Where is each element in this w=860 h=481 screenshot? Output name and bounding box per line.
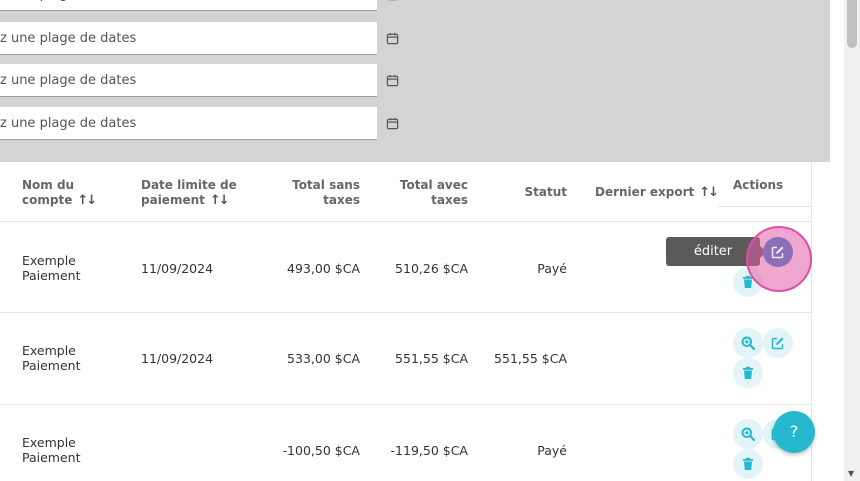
date-filter-row: z une plage de dates (0, 107, 400, 140)
date-range-input[interactable]: z une plage de dates (0, 22, 377, 55)
sort-icon[interactable]: ↑↓ (210, 193, 230, 208)
status-value: Payé (537, 261, 567, 276)
account-name: Exemple Paiement (22, 435, 81, 465)
edit-button[interactable] (763, 237, 793, 267)
trash-icon (743, 457, 753, 470)
search-plus-icon (741, 427, 755, 441)
due-date: 11/09/2024 (141, 351, 214, 366)
edit-button[interactable] (763, 328, 793, 358)
invoices-table: Nom du compte ↑↓ Date limite de paiement ↑… (0, 162, 812, 481)
column-header-total-excl-tax: Total sans taxes (292, 178, 360, 207)
date-range-input[interactable]: z une plage de dates (0, 0, 377, 11)
status-value: Payé (537, 443, 567, 458)
column-header-last-export[interactable]: Dernier export ↑↓ (595, 185, 719, 200)
total-excl-tax: -100,50 $CA (282, 443, 360, 458)
view-button[interactable] (733, 328, 763, 358)
total-incl-tax: 551,55 $CA (395, 351, 468, 366)
date-filter-row: z une plage de dates (0, 0, 400, 11)
account-name: Exemple Paiement (22, 253, 81, 283)
scrollbar-thumb[interactable] (847, 0, 857, 48)
date-filter-row: z une plage de dates (0, 64, 400, 97)
sort-icon[interactable]: ↑↓ (699, 185, 719, 200)
due-date: 11/09/2024 (141, 261, 214, 276)
column-header-total-incl-tax: Total avec taxes (399, 178, 468, 207)
total-excl-tax: 533,00 $CA (287, 351, 360, 366)
date-range-input[interactable]: z une plage de dates (0, 64, 377, 97)
edit-icon (771, 246, 784, 259)
total-incl-tax: -119,50 $CA (390, 443, 468, 458)
column-header-account[interactable]: Nom du compte ↑↓ (22, 178, 97, 208)
status-value: 551,55 $CA (494, 351, 567, 366)
total-incl-tax: 510,26 $CA (395, 261, 468, 276)
total-excl-tax: 493,00 $CA (287, 261, 360, 276)
divider (718, 206, 812, 207)
calendar-icon[interactable] (386, 117, 399, 130)
divider (0, 404, 812, 405)
view-button[interactable] (733, 419, 763, 449)
edit-icon (771, 337, 784, 350)
date-filter-row: z une plage de dates (0, 22, 400, 55)
divider (0, 312, 812, 313)
sort-icon[interactable]: ↑↓ (77, 193, 97, 208)
calendar-icon[interactable] (386, 74, 399, 87)
column-header-status: Statut (524, 185, 568, 199)
calendar-icon[interactable] (386, 32, 399, 45)
delete-button[interactable] (733, 449, 763, 479)
divider (0, 221, 812, 222)
scrollbar[interactable]: ▼ (844, 0, 860, 481)
calendar-icon[interactable] (386, 0, 399, 1)
date-range-input[interactable]: z une plage de dates (0, 107, 377, 140)
account-name: Exemple Paiement (22, 343, 81, 373)
trash-icon (743, 366, 753, 379)
delete-button[interactable] (733, 358, 763, 388)
help-button[interactable]: ? (773, 411, 815, 453)
column-header-due-date[interactable]: Date limite de paiement ↑↓ (141, 178, 237, 208)
scroll-down-arrow-icon[interactable]: ▼ (848, 469, 854, 478)
search-plus-icon (741, 336, 755, 350)
filter-panel: z une plage de dates z une plage de date… (0, 0, 830, 162)
column-header-actions: Actions (733, 178, 784, 192)
